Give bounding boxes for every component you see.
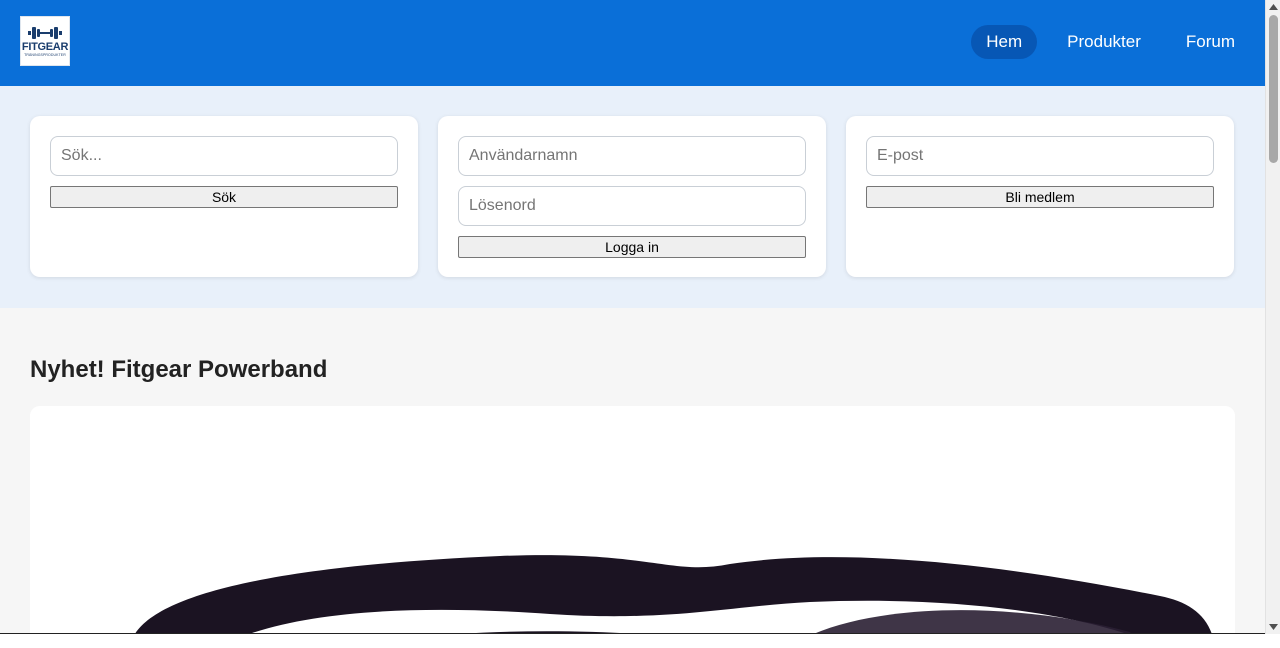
search-button[interactable]: Sök <box>50 186 398 208</box>
main-content: Nyhet! Fitgear Powerband <box>0 308 1265 634</box>
logo-subtext: TRÄNINGSPRODUKTER <box>24 52 66 57</box>
forms-section: Sök Logga in Bli medlem <box>0 86 1265 308</box>
product-card <box>30 406 1235 634</box>
nav-item-produkter[interactable]: Produkter <box>1052 25 1156 59</box>
dumbbell-icon <box>28 26 62 39</box>
page: FITGEAR TRÄNINGSPRODUKTER Hem Produkter … <box>0 0 1265 634</box>
username-field[interactable] <box>458 136 806 176</box>
viewport-divider <box>0 633 1265 634</box>
main-nav: Hem Produkter Forum <box>971 25 1250 59</box>
nav-item-forum[interactable]: Forum <box>1171 25 1250 59</box>
vertical-scrollbar[interactable] <box>1265 0 1280 634</box>
site-header: FITGEAR TRÄNINGSPRODUKTER Hem Produkter … <box>0 0 1265 86</box>
fitgear-logo[interactable]: FITGEAR TRÄNINGSPRODUKTER <box>20 16 70 66</box>
powerband-image <box>30 406 1235 634</box>
search-input[interactable] <box>50 136 398 176</box>
logo-text: FITGEAR <box>21 40 69 53</box>
login-button[interactable]: Logga in <box>458 236 806 258</box>
scroll-down-arrow-icon[interactable] <box>1266 620 1280 634</box>
password-field[interactable] <box>458 186 806 226</box>
page-title: Nyhet! Fitgear Powerband <box>30 356 328 383</box>
login-card: Logga in <box>438 116 826 277</box>
search-card: Sök <box>30 116 418 277</box>
scroll-up-arrow-icon[interactable] <box>1266 0 1280 14</box>
signup-card: Bli medlem <box>846 116 1234 277</box>
signup-button[interactable]: Bli medlem <box>866 186 1214 208</box>
scrollbar-thumb[interactable] <box>1269 15 1278 163</box>
email-field[interactable] <box>866 136 1214 176</box>
nav-item-hem[interactable]: Hem <box>971 25 1038 59</box>
